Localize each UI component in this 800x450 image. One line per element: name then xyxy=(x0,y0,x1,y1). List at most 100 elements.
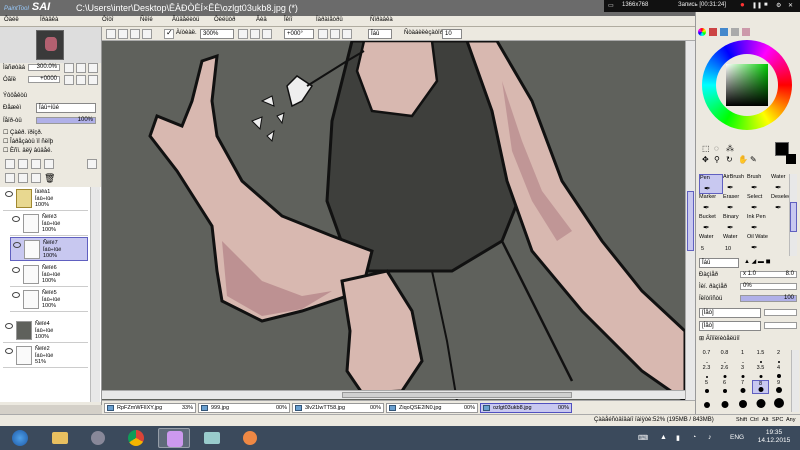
magic-wand-icon[interactable]: ⁂ xyxy=(726,144,734,153)
eye-icon[interactable] xyxy=(5,348,13,354)
keyboard-icon[interactable]: ⌨ xyxy=(638,434,648,442)
size-preset[interactable] xyxy=(752,395,769,409)
canvas-vertical-scrollbar[interactable] xyxy=(685,41,695,401)
menu-options[interactable]: Ïàðàìåòðû xyxy=(316,17,343,23)
merge-down-button[interactable] xyxy=(18,173,28,183)
tool-ink-pen[interactable]: Ink Pen ✒ xyxy=(747,214,771,234)
layer-item[interactable]: Ñëîé5 Îáû÷íûé 100% xyxy=(10,288,88,312)
size-preset[interactable]: 0.8 xyxy=(716,350,733,364)
hsv-tab-icon[interactable] xyxy=(720,28,728,36)
zoom-icon[interactable]: ⚲ xyxy=(714,155,720,164)
transfer-down-button[interactable] xyxy=(5,173,15,183)
rotate-right-button[interactable] xyxy=(330,29,340,39)
tool-grid-scrollbar[interactable] xyxy=(789,174,797,256)
color-wheel-tab-icon[interactable] xyxy=(698,28,706,36)
lasso-icon[interactable]: ◌ xyxy=(714,144,719,153)
language-indicator[interactable]: ENG xyxy=(730,434,744,441)
size-preset[interactable]: 6 xyxy=(716,380,733,394)
brush-size-slider[interactable]: x 1.0 8.0 xyxy=(740,271,797,278)
brush-mode-select[interactable]: Îáû xyxy=(699,258,739,268)
recorder-settings-icon[interactable]: ⚙ xyxy=(776,2,781,9)
wifi-icon[interactable]: ◔ xyxy=(692,434,696,441)
doc-tab[interactable]: 3lv21lwTT58.jpg 00% xyxy=(292,403,384,413)
tool-binary[interactable]: Binary ✒ xyxy=(723,214,747,234)
size-preset[interactable]: 2 xyxy=(770,350,787,364)
vertical-scroll-thumb[interactable] xyxy=(687,191,694,251)
taskbar-sai[interactable] xyxy=(158,428,190,448)
nav-rotate-left[interactable] xyxy=(64,75,74,85)
eyedropper-icon[interactable]: ✎ xyxy=(750,155,757,164)
palette-tab-icon[interactable] xyxy=(731,28,739,36)
rotate-left-button[interactable] xyxy=(318,29,328,39)
preserve-opacity-check[interactable]: ☐ Çàêð. ïðîçð. xyxy=(3,129,42,136)
menu-edit[interactable]: Ïðàâêà xyxy=(40,17,58,23)
menu-layer[interactable]: Ñëîé xyxy=(140,17,153,23)
start-button[interactable] xyxy=(6,428,38,448)
doc-tab[interactable]: ZiqoQSE2lN0.jpg 00% xyxy=(386,403,478,413)
layer-item[interactable]: Ñëîé4 Îáû÷íûé 100% xyxy=(3,319,88,343)
nav-zoom-slider[interactable]: 300.0% xyxy=(28,64,60,71)
layer-item[interactable]: Ñëîé3 Îáû÷íûé 100% xyxy=(10,212,88,236)
size-preset[interactable]: 2.3 xyxy=(698,365,715,379)
tool-water-custom-1[interactable]: Water 5 xyxy=(699,234,723,254)
size-presets-scrollbar[interactable] xyxy=(791,350,799,412)
nav-zoom-plus[interactable] xyxy=(76,63,86,73)
shape-triangle-icon[interactable]: ▲ xyxy=(744,259,750,265)
layer-folder[interactable]: Ïàïêà1 Îáû÷íûé 100% xyxy=(3,187,88,211)
tool-bucket[interactable]: Bucket ✒ xyxy=(699,214,723,234)
size-preset-selected[interactable]: 8 xyxy=(752,380,769,394)
size-preset[interactable]: 9 xyxy=(770,380,787,394)
move-icon[interactable]: ✥ xyxy=(702,155,709,164)
size-preset[interactable]: 3 xyxy=(734,365,751,379)
min-size-slider[interactable]: 0% xyxy=(740,283,797,290)
doc-tab[interactable]: 999.jpg 00% xyxy=(198,403,290,413)
eye-icon[interactable] xyxy=(5,191,13,197)
tool-grid-scroll-thumb[interactable] xyxy=(790,202,797,232)
size-preset[interactable]: 0.7 xyxy=(698,350,715,364)
layer-close-button[interactable] xyxy=(87,159,97,169)
menu-file[interactable]: Ôàéë xyxy=(4,17,19,23)
recorder-pause-icon[interactable]: ❚❚ xyxy=(752,2,762,9)
taskbar-explorer[interactable] xyxy=(44,428,76,448)
tool-airbrush[interactable]: AirBrush ✒ xyxy=(723,174,747,194)
taskbar-window[interactable] xyxy=(196,428,228,448)
secondary-color-swatch[interactable] xyxy=(786,154,796,164)
eye-icon[interactable] xyxy=(13,242,21,248)
size-preset[interactable]: 2.6 xyxy=(716,365,733,379)
record-dot-icon[interactable]: ● xyxy=(740,0,745,9)
zoom-in-button[interactable] xyxy=(250,29,260,39)
doc-tab-active[interactable]: ozlgt03ukb8.jpg 00% xyxy=(480,403,572,413)
network-icon[interactable]: ▮ xyxy=(676,434,680,442)
size-preset[interactable] xyxy=(770,395,787,409)
size-preset[interactable]: 1 xyxy=(734,350,751,364)
layer-list-scrollbar[interactable] xyxy=(90,187,100,402)
zoom-out-button[interactable] xyxy=(238,29,248,39)
brush-shape-select[interactable]: [Íåò] xyxy=(699,308,761,318)
shape-round-icon[interactable]: ◢ xyxy=(752,259,757,265)
nav-rotate-right[interactable] xyxy=(76,75,86,85)
size-preset[interactable] xyxy=(698,395,715,409)
size-preset[interactable]: 7 xyxy=(734,380,751,394)
taskbar-chrome[interactable] xyxy=(120,428,152,448)
tray-arrow-icon[interactable]: ▲ xyxy=(660,434,667,441)
nav-zoom-fit[interactable] xyxy=(88,63,98,73)
menu-view[interactable]: Âèä xyxy=(256,17,267,23)
volume-icon[interactable]: ♪ xyxy=(708,434,712,441)
clipping-check[interactable]: ☐ Îáðåçàòü ïî ñëîþ xyxy=(3,138,53,145)
blend-mode-select[interactable]: Îáû xyxy=(368,29,392,39)
clear-layer-button[interactable] xyxy=(31,173,41,183)
nav-rotate-reset[interactable] xyxy=(88,75,98,85)
layer-item[interactable]: Ñëîé6 Îáû÷íûé 100% xyxy=(10,263,88,287)
selection-source-check[interactable]: ☐ Èñï. äëÿ âûäåë. xyxy=(3,147,52,154)
antialias-checkbox[interactable]: ✓ xyxy=(164,28,174,39)
menu-help[interactable]: Ñïðàâêà xyxy=(370,17,393,23)
shape-square-icon[interactable]: ◼ xyxy=(766,259,771,265)
tool-brush[interactable]: Brush ✒ xyxy=(747,174,771,194)
new-layer-button[interactable] xyxy=(5,159,15,169)
shape-flat-icon[interactable]: ▬ xyxy=(758,259,764,265)
layer-mask-button[interactable] xyxy=(44,159,54,169)
menu-filter[interactable]: Ôèëüòð xyxy=(214,17,235,23)
recorder-monitor-icon[interactable]: ▭ xyxy=(608,2,614,9)
zoom-field[interactable]: 300% xyxy=(200,29,234,39)
color-wheel[interactable] xyxy=(702,40,792,130)
